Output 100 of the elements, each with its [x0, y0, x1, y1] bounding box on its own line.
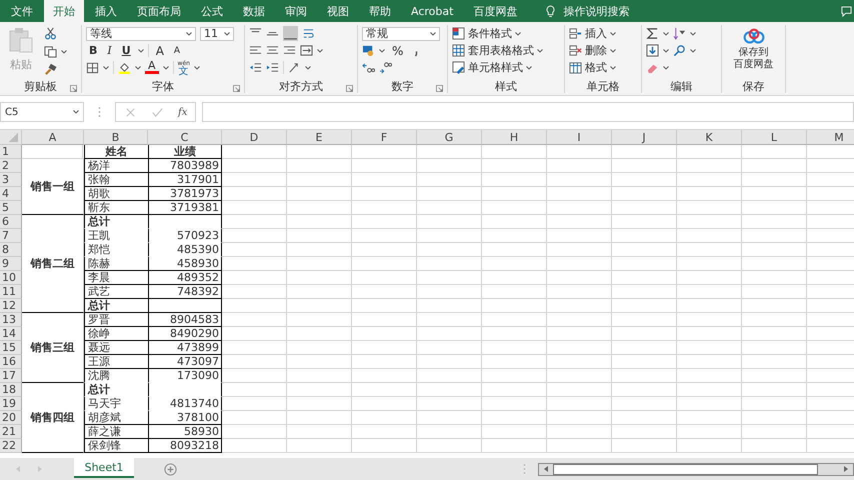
column-header[interactable]: F — [352, 130, 417, 145]
row-header[interactable]: 17 — [0, 369, 22, 383]
row-header[interactable]: 7 — [0, 229, 22, 243]
scroll-right-icon[interactable] — [842, 465, 850, 473]
ribbon-tab[interactable]: 百度网盘 — [464, 0, 526, 22]
column-header[interactable]: G — [417, 130, 482, 145]
cells-menu-button[interactable]: 删除 — [569, 43, 637, 58]
column-header[interactable]: M — [807, 130, 854, 145]
column-header[interactable]: I — [547, 130, 612, 145]
row-header[interactable]: 11 — [0, 285, 22, 299]
style-menu-button[interactable]: 条件格式 — [452, 26, 560, 41]
copy-icon[interactable] — [44, 45, 57, 58]
tell-me-search[interactable]: 操作说明搜索 — [563, 4, 630, 18]
style-menu-button[interactable]: 单元格样式 — [452, 60, 560, 75]
column-header[interactable]: K — [677, 130, 742, 145]
search-icon[interactable] — [673, 44, 686, 57]
row-header[interactable]: 3 — [0, 173, 22, 187]
fill-down-icon[interactable] — [646, 44, 659, 57]
row-header[interactable]: 19 — [0, 397, 22, 411]
style-menu-button[interactable]: 套用表格格式 — [452, 43, 560, 58]
ribbon-tab[interactable]: 审阅 — [276, 0, 316, 22]
merge-center-icon[interactable] — [300, 44, 313, 57]
row-header[interactable]: 13 — [0, 313, 22, 327]
column-header[interactable]: D — [222, 130, 287, 145]
row-header[interactable]: 21 — [0, 425, 22, 439]
scrollbar-thumb[interactable] — [553, 464, 818, 474]
ribbon-tab[interactable]: 帮助 — [360, 0, 400, 22]
name-box[interactable]: C5 — [0, 102, 84, 122]
row-header[interactable]: 10 — [0, 271, 22, 285]
dialog-launcher-icon[interactable] — [70, 85, 77, 92]
scissors-icon[interactable] — [44, 27, 57, 40]
fill-color-icon[interactable] — [118, 61, 131, 74]
font-size-field[interactable]: 11 — [200, 26, 234, 40]
sheet-tab[interactable]: Sheet1 — [74, 458, 134, 478]
borders-icon[interactable] — [86, 61, 99, 74]
row-header[interactable]: 18 — [0, 383, 22, 397]
decrease-decimal-icon[interactable] — [379, 61, 392, 74]
dialog-launcher-icon[interactable] — [436, 85, 443, 92]
row-header[interactable]: 4 — [0, 187, 22, 201]
row-header[interactable]: 15 — [0, 341, 22, 355]
ribbon-tab[interactable]: 数据 — [234, 0, 274, 22]
horizontal-scrollbar[interactable] — [538, 462, 854, 476]
row-header[interactable]: 5 — [0, 201, 22, 215]
row-header[interactable]: 6 — [0, 215, 22, 229]
autosum-icon[interactable] — [646, 27, 659, 40]
row-header[interactable]: 12 — [0, 299, 22, 313]
ribbon-tab[interactable]: Acrobat — [402, 0, 462, 22]
row-header[interactable]: 14 — [0, 327, 22, 341]
increase-decimal-icon[interactable] — [362, 61, 375, 74]
decrease-font-button[interactable]: A — [170, 46, 184, 56]
checkmark-icon[interactable] — [151, 106, 164, 118]
font-name-field[interactable]: 等线 — [86, 26, 196, 40]
column-header[interactable]: A — [22, 130, 84, 145]
ribbon-tab[interactable]: 视图 — [318, 0, 358, 22]
ribbon-tab[interactable]: 开始 — [44, 0, 84, 22]
text-orientation-icon[interactable] — [288, 61, 301, 74]
formula-input[interactable] — [202, 102, 854, 122]
underline-button[interactable]: U — [118, 44, 134, 57]
currency-format-icon[interactable] — [362, 44, 375, 57]
column-header[interactable]: H — [482, 130, 547, 145]
column-header[interactable]: E — [287, 130, 352, 145]
row-header[interactable]: 20 — [0, 411, 22, 425]
scroll-left-icon[interactable] — [542, 465, 550, 473]
cells-menu-button[interactable]: 格式 — [569, 60, 637, 75]
comment-icon[interactable] — [841, 6, 852, 16]
number-format-field[interactable]: 常规 — [362, 26, 440, 40]
format-painter-icon[interactable] — [44, 63, 57, 76]
column-header[interactable]: B — [84, 130, 148, 145]
column-header[interactable]: L — [742, 130, 807, 145]
row-header[interactable]: 1 — [0, 145, 22, 159]
row-header[interactable]: 9 — [0, 257, 22, 271]
column-header[interactable]: J — [612, 130, 677, 145]
column-header[interactable]: C — [148, 130, 222, 145]
row-header[interactable]: 22 — [0, 439, 22, 453]
font-color-button[interactable]: A — [145, 61, 159, 74]
decrease-indent-icon[interactable] — [249, 61, 262, 74]
percent-button[interactable]: % — [389, 44, 406, 58]
cells-menu-button[interactable]: 插入 — [569, 26, 637, 41]
italic-button[interactable]: I — [104, 44, 115, 57]
ribbon-tab[interactable]: 插入 — [86, 0, 126, 22]
add-sheet-icon[interactable] — [164, 462, 177, 476]
save-to-cloud-button[interactable]: 保存到 百度网盘 — [734, 25, 774, 80]
sort-filter-icon[interactable] — [673, 27, 686, 40]
row-header[interactable]: 2 — [0, 159, 22, 173]
bold-button[interactable]: B — [86, 44, 100, 57]
align-bottom-icon[interactable] — [283, 26, 298, 41]
ribbon-tab[interactable]: 页面布局 — [128, 0, 190, 22]
row-header[interactable]: 8 — [0, 243, 22, 257]
increase-font-button[interactable]: A — [152, 44, 167, 58]
align-right-icon[interactable] — [283, 44, 296, 57]
align-center-icon[interactable] — [266, 44, 279, 57]
ribbon-tab[interactable]: 公式 — [192, 0, 232, 22]
ribbon-tab[interactable]: 文件 — [2, 0, 42, 22]
align-left-icon[interactable] — [249, 44, 262, 57]
increase-indent-icon[interactable] — [266, 61, 279, 74]
dialog-launcher-icon[interactable] — [233, 85, 240, 92]
wrap-text-icon[interactable] — [302, 27, 315, 40]
insert-function-button[interactable]: fx — [178, 106, 188, 118]
row-header[interactable]: 16 — [0, 355, 22, 369]
dialog-launcher-icon[interactable] — [346, 85, 353, 92]
